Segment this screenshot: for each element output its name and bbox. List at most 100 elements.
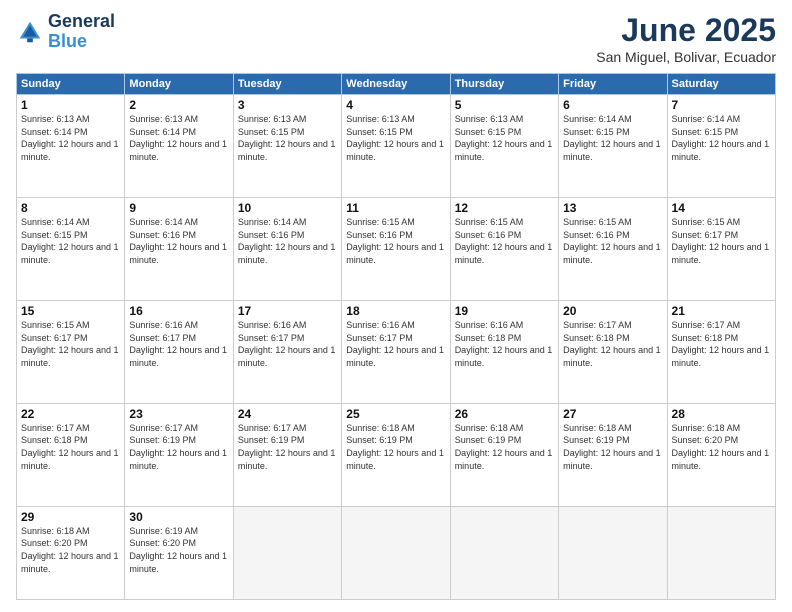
- table-row: [342, 506, 450, 599]
- table-row: 15 Sunrise: 6:15 AM Sunset: 6:17 PM Dayl…: [17, 300, 125, 403]
- table-row: 5 Sunrise: 6:13 AM Sunset: 6:15 PM Dayli…: [450, 95, 558, 198]
- day-number: 24: [238, 407, 337, 421]
- table-row: 16 Sunrise: 6:16 AM Sunset: 6:17 PM Dayl…: [125, 300, 233, 403]
- logo-line1: General: [48, 12, 115, 32]
- table-row: [559, 506, 667, 599]
- day-info: Sunrise: 6:13 AM Sunset: 6:14 PM Dayligh…: [129, 113, 228, 163]
- table-row: 11 Sunrise: 6:15 AM Sunset: 6:16 PM Dayl…: [342, 197, 450, 300]
- table-row: 24 Sunrise: 6:17 AM Sunset: 6:19 PM Dayl…: [233, 403, 341, 506]
- day-info: Sunrise: 6:15 AM Sunset: 6:17 PM Dayligh…: [21, 319, 120, 369]
- day-number: 18: [346, 304, 445, 318]
- day-number: 6: [563, 98, 662, 112]
- table-row: 19 Sunrise: 6:16 AM Sunset: 6:18 PM Dayl…: [450, 300, 558, 403]
- day-number: 12: [455, 201, 554, 215]
- table-row: 18 Sunrise: 6:16 AM Sunset: 6:17 PM Dayl…: [342, 300, 450, 403]
- table-row: 9 Sunrise: 6:14 AM Sunset: 6:16 PM Dayli…: [125, 197, 233, 300]
- calendar-header-row: Sunday Monday Tuesday Wednesday Thursday…: [17, 74, 776, 95]
- col-friday: Friday: [559, 74, 667, 95]
- day-info: Sunrise: 6:16 AM Sunset: 6:17 PM Dayligh…: [129, 319, 228, 369]
- day-number: 2: [129, 98, 228, 112]
- table-row: 13 Sunrise: 6:15 AM Sunset: 6:16 PM Dayl…: [559, 197, 667, 300]
- day-info: Sunrise: 6:17 AM Sunset: 6:19 PM Dayligh…: [238, 422, 337, 472]
- day-number: 7: [672, 98, 771, 112]
- day-number: 27: [563, 407, 662, 421]
- day-number: 22: [21, 407, 120, 421]
- table-row: [667, 506, 775, 599]
- table-row: 28 Sunrise: 6:18 AM Sunset: 6:20 PM Dayl…: [667, 403, 775, 506]
- day-info: Sunrise: 6:13 AM Sunset: 6:14 PM Dayligh…: [21, 113, 120, 163]
- table-row: 2 Sunrise: 6:13 AM Sunset: 6:14 PM Dayli…: [125, 95, 233, 198]
- logo-line2: Blue: [48, 32, 115, 52]
- month-title: June 2025: [596, 12, 776, 49]
- day-info: Sunrise: 6:18 AM Sunset: 6:19 PM Dayligh…: [563, 422, 662, 472]
- day-info: Sunrise: 6:18 AM Sunset: 6:20 PM Dayligh…: [21, 525, 120, 575]
- table-row: 27 Sunrise: 6:18 AM Sunset: 6:19 PM Dayl…: [559, 403, 667, 506]
- table-row: 14 Sunrise: 6:15 AM Sunset: 6:17 PM Dayl…: [667, 197, 775, 300]
- table-row: 30 Sunrise: 6:19 AM Sunset: 6:20 PM Dayl…: [125, 506, 233, 599]
- table-row: 12 Sunrise: 6:15 AM Sunset: 6:16 PM Dayl…: [450, 197, 558, 300]
- table-row: 25 Sunrise: 6:18 AM Sunset: 6:19 PM Dayl…: [342, 403, 450, 506]
- col-saturday: Saturday: [667, 74, 775, 95]
- day-number: 20: [563, 304, 662, 318]
- day-number: 9: [129, 201, 228, 215]
- day-number: 26: [455, 407, 554, 421]
- logo: General Blue: [16, 12, 115, 52]
- table-row: 26 Sunrise: 6:18 AM Sunset: 6:19 PM Dayl…: [450, 403, 558, 506]
- day-info: Sunrise: 6:17 AM Sunset: 6:18 PM Dayligh…: [21, 422, 120, 472]
- table-row: 4 Sunrise: 6:13 AM Sunset: 6:15 PM Dayli…: [342, 95, 450, 198]
- table-row: 21 Sunrise: 6:17 AM Sunset: 6:18 PM Dayl…: [667, 300, 775, 403]
- day-number: 8: [21, 201, 120, 215]
- day-info: Sunrise: 6:18 AM Sunset: 6:19 PM Dayligh…: [346, 422, 445, 472]
- table-row: [233, 506, 341, 599]
- day-number: 3: [238, 98, 337, 112]
- table-row: 1 Sunrise: 6:13 AM Sunset: 6:14 PM Dayli…: [17, 95, 125, 198]
- page: General Blue June 2025 San Miguel, Boliv…: [0, 0, 792, 612]
- table-row: 17 Sunrise: 6:16 AM Sunset: 6:17 PM Dayl…: [233, 300, 341, 403]
- col-tuesday: Tuesday: [233, 74, 341, 95]
- day-info: Sunrise: 6:18 AM Sunset: 6:20 PM Dayligh…: [672, 422, 771, 472]
- day-info: Sunrise: 6:18 AM Sunset: 6:19 PM Dayligh…: [455, 422, 554, 472]
- day-number: 25: [346, 407, 445, 421]
- day-info: Sunrise: 6:19 AM Sunset: 6:20 PM Dayligh…: [129, 525, 228, 575]
- table-row: 7 Sunrise: 6:14 AM Sunset: 6:15 PM Dayli…: [667, 95, 775, 198]
- day-info: Sunrise: 6:16 AM Sunset: 6:18 PM Dayligh…: [455, 319, 554, 369]
- day-info: Sunrise: 6:16 AM Sunset: 6:17 PM Dayligh…: [346, 319, 445, 369]
- table-row: 6 Sunrise: 6:14 AM Sunset: 6:15 PM Dayli…: [559, 95, 667, 198]
- day-info: Sunrise: 6:17 AM Sunset: 6:18 PM Dayligh…: [672, 319, 771, 369]
- day-number: 29: [21, 510, 120, 524]
- day-number: 4: [346, 98, 445, 112]
- day-info: Sunrise: 6:13 AM Sunset: 6:15 PM Dayligh…: [346, 113, 445, 163]
- table-row: [450, 506, 558, 599]
- day-number: 11: [346, 201, 445, 215]
- day-number: 23: [129, 407, 228, 421]
- calendar-table: Sunday Monday Tuesday Wednesday Thursday…: [16, 73, 776, 600]
- table-row: 29 Sunrise: 6:18 AM Sunset: 6:20 PM Dayl…: [17, 506, 125, 599]
- day-info: Sunrise: 6:13 AM Sunset: 6:15 PM Dayligh…: [455, 113, 554, 163]
- location: San Miguel, Bolivar, Ecuador: [596, 49, 776, 65]
- day-number: 5: [455, 98, 554, 112]
- day-number: 21: [672, 304, 771, 318]
- day-number: 28: [672, 407, 771, 421]
- day-info: Sunrise: 6:14 AM Sunset: 6:15 PM Dayligh…: [21, 216, 120, 266]
- day-info: Sunrise: 6:15 AM Sunset: 6:16 PM Dayligh…: [455, 216, 554, 266]
- day-info: Sunrise: 6:17 AM Sunset: 6:18 PM Dayligh…: [563, 319, 662, 369]
- day-number: 16: [129, 304, 228, 318]
- col-sunday: Sunday: [17, 74, 125, 95]
- table-row: 20 Sunrise: 6:17 AM Sunset: 6:18 PM Dayl…: [559, 300, 667, 403]
- table-row: 23 Sunrise: 6:17 AM Sunset: 6:19 PM Dayl…: [125, 403, 233, 506]
- header: General Blue June 2025 San Miguel, Boliv…: [16, 12, 776, 65]
- day-number: 15: [21, 304, 120, 318]
- logo-text: General Blue: [48, 12, 115, 52]
- day-number: 13: [563, 201, 662, 215]
- day-number: 30: [129, 510, 228, 524]
- day-number: 14: [672, 201, 771, 215]
- col-wednesday: Wednesday: [342, 74, 450, 95]
- day-number: 17: [238, 304, 337, 318]
- day-info: Sunrise: 6:15 AM Sunset: 6:17 PM Dayligh…: [672, 216, 771, 266]
- day-info: Sunrise: 6:15 AM Sunset: 6:16 PM Dayligh…: [563, 216, 662, 266]
- day-info: Sunrise: 6:15 AM Sunset: 6:16 PM Dayligh…: [346, 216, 445, 266]
- col-thursday: Thursday: [450, 74, 558, 95]
- table-row: 8 Sunrise: 6:14 AM Sunset: 6:15 PM Dayli…: [17, 197, 125, 300]
- day-info: Sunrise: 6:14 AM Sunset: 6:16 PM Dayligh…: [129, 216, 228, 266]
- logo-icon: [16, 18, 44, 46]
